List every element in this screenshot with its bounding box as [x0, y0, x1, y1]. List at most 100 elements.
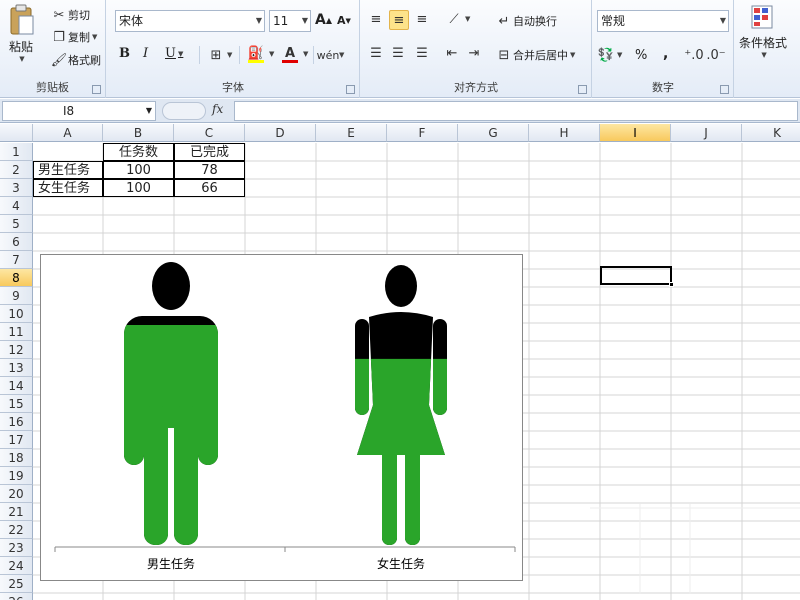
orientation-dropdown-icon[interactable]: ▼ — [465, 15, 470, 23]
fill-handle[interactable] — [669, 282, 674, 287]
increase-decimal-button[interactable]: ⁺.0 — [684, 46, 703, 64]
decrease-decimal-button[interactable]: .0⁻ — [706, 46, 725, 64]
alignment-launcher-icon[interactable] — [578, 85, 587, 94]
grow-font-button[interactable]: A ▲ — [315, 12, 332, 28]
comma-button[interactable]: , — [663, 46, 668, 62]
row-header-11[interactable]: 11 — [0, 323, 33, 341]
decrease-indent-button[interactable]: ⇤ — [443, 44, 461, 62]
row-header-7[interactable]: 7 — [0, 251, 33, 269]
formula-input[interactable] — [234, 101, 798, 121]
cell-C2[interactable]: 78 — [174, 161, 245, 179]
cell-C3[interactable]: 66 — [174, 179, 245, 197]
row-header-12[interactable]: 12 — [0, 341, 33, 359]
row-header-1[interactable]: 1 — [0, 143, 33, 161]
conditional-format-button[interactable]: 条件格式 ▼ — [739, 4, 787, 59]
bold-button[interactable]: B — [119, 46, 130, 61]
worksheet-grid[interactable]: ABCDEFGHIJK 1 2 3 4 5 6 7 8 9 10 11 12 13 14 15 16 17 18 1… — [0, 124, 800, 600]
underline-dropdown-icon[interactable]: ▼ — [178, 50, 183, 58]
align-bottom-button[interactable]: ≡ — [413, 10, 431, 28]
column-header-F[interactable]: F — [387, 124, 458, 142]
shrink-font-button[interactable]: A ▼ — [337, 14, 351, 27]
increase-indent-button[interactable]: ⇥ — [465, 44, 483, 62]
conditional-format-dropdown-icon[interactable]: ▼ — [761, 51, 766, 59]
row-header-15[interactable]: 15 — [0, 395, 33, 413]
selected-cell-I8[interactable] — [600, 266, 674, 287]
copy-button[interactable]: ❐ 复制 ▼ — [50, 28, 97, 46]
row-header-26[interactable]: 26 — [0, 593, 33, 600]
row-header-16[interactable]: 16 — [0, 413, 33, 431]
row-header-3[interactable]: 3 — [0, 179, 33, 197]
formula-bar-splitter[interactable] — [162, 102, 206, 120]
merge-center-button[interactable]: ⊟ 合并后居中 ▼ — [495, 46, 576, 64]
column-header-H[interactable]: H — [529, 124, 600, 142]
row-header-8[interactable]: 8 — [0, 269, 33, 287]
row-header-23[interactable]: 23 — [0, 539, 33, 557]
column-header-I[interactable]: I — [600, 124, 671, 142]
row-header-18[interactable]: 18 — [0, 449, 33, 467]
cell-A3[interactable]: 女生任务 — [33, 179, 103, 197]
column-header-A[interactable]: A — [33, 124, 103, 142]
align-right-button[interactable]: ☰ — [413, 44, 431, 62]
clipboard-launcher-icon[interactable] — [92, 85, 101, 94]
format-painter-button[interactable]: 🖌 格式刷 — [50, 51, 101, 69]
cell-B2[interactable]: 100 — [103, 161, 174, 179]
italic-button[interactable]: I — [143, 46, 148, 61]
align-left-button[interactable]: ☰ — [367, 44, 385, 62]
align-center-button[interactable]: ☰ — [389, 44, 407, 62]
row-header-19[interactable]: 19 — [0, 467, 33, 485]
row-header-22[interactable]: 22 — [0, 521, 33, 539]
cut-button[interactable]: ✂ 剪切 — [50, 6, 90, 24]
align-top-button[interactable]: ≡ — [367, 10, 385, 28]
row-header-2[interactable]: 2 — [0, 161, 33, 179]
row-header-25[interactable]: 25 — [0, 575, 33, 593]
row-header-14[interactable]: 14 — [0, 377, 33, 395]
column-header-D[interactable]: D — [245, 124, 316, 142]
wrap-text-button[interactable]: ↵ 自动换行 — [495, 12, 557, 30]
row-header-5[interactable]: 5 — [0, 215, 33, 233]
column-header-J[interactable]: J — [671, 124, 742, 142]
name-box[interactable]: I8 ▼ — [2, 101, 156, 121]
select-all-corner[interactable] — [0, 124, 33, 142]
row-header-24[interactable]: 24 — [0, 557, 33, 575]
underline-button[interactable]: U ▼ — [165, 46, 183, 61]
pictograph-chart[interactable]: 男生任务 女生任务 — [40, 254, 523, 581]
orientation-button[interactable]: ⟋ ▼ — [445, 10, 470, 28]
row-header-21[interactable]: 21 — [0, 503, 33, 521]
column-header-B[interactable]: B — [103, 124, 174, 142]
cell-B1[interactable]: 任务数 — [103, 143, 174, 161]
font-color-dropdown-icon[interactable]: ▼ — [301, 50, 308, 58]
copy-dropdown-icon[interactable]: ▼ — [92, 33, 97, 41]
column-header-C[interactable]: C — [174, 124, 245, 142]
row-header-10[interactable]: 10 — [0, 305, 33, 323]
currency-button[interactable]: 💱 ▼ — [597, 46, 622, 64]
font-color-button[interactable]: A — [281, 44, 299, 63]
row-header-20[interactable]: 20 — [0, 485, 33, 503]
column-header-K[interactable]: K — [742, 124, 800, 142]
fill-color-dropdown-icon[interactable]: ▼ — [267, 50, 274, 58]
number-format-combo[interactable]: 常规 ▼ — [597, 10, 729, 32]
column-header-G[interactable]: G — [458, 124, 529, 142]
cell-C1[interactable]: 已完成 — [174, 143, 245, 161]
phonetic-dropdown-icon[interactable]: ▼ — [339, 51, 344, 59]
percent-button[interactable]: % — [635, 48, 647, 63]
cell-A2[interactable]: 男生任务 — [33, 161, 103, 179]
row-header-13[interactable]: 13 — [0, 359, 33, 377]
number-launcher-icon[interactable] — [720, 85, 729, 94]
cell-B3[interactable]: 100 — [103, 179, 174, 197]
currency-dropdown-icon[interactable]: ▼ — [617, 51, 622, 59]
paste-dropdown-icon[interactable]: ▼ — [19, 55, 24, 63]
borders-dropdown-icon[interactable]: ▼ — [227, 51, 232, 59]
paste-button[interactable]: 粘贴 ▼ — [8, 4, 34, 63]
font-launcher-icon[interactable] — [346, 85, 355, 94]
row-header-6[interactable]: 6 — [0, 233, 33, 251]
row-header-9[interactable]: 9 — [0, 287, 33, 305]
fill-color-button[interactable]: ⛽ — [247, 44, 265, 63]
align-middle-button[interactable]: ≡ — [389, 10, 409, 30]
font-size-combo[interactable]: 11 ▼ — [269, 10, 311, 32]
row-header-17[interactable]: 17 — [0, 431, 33, 449]
column-header-E[interactable]: E — [316, 124, 387, 142]
phonetic-button[interactable]: wén ▼ — [317, 46, 345, 64]
row-header-4[interactable]: 4 — [0, 197, 33, 215]
insert-function-icon[interactable]: fx — [212, 102, 223, 116]
borders-button[interactable]: ⊞ ▼ — [207, 46, 233, 64]
